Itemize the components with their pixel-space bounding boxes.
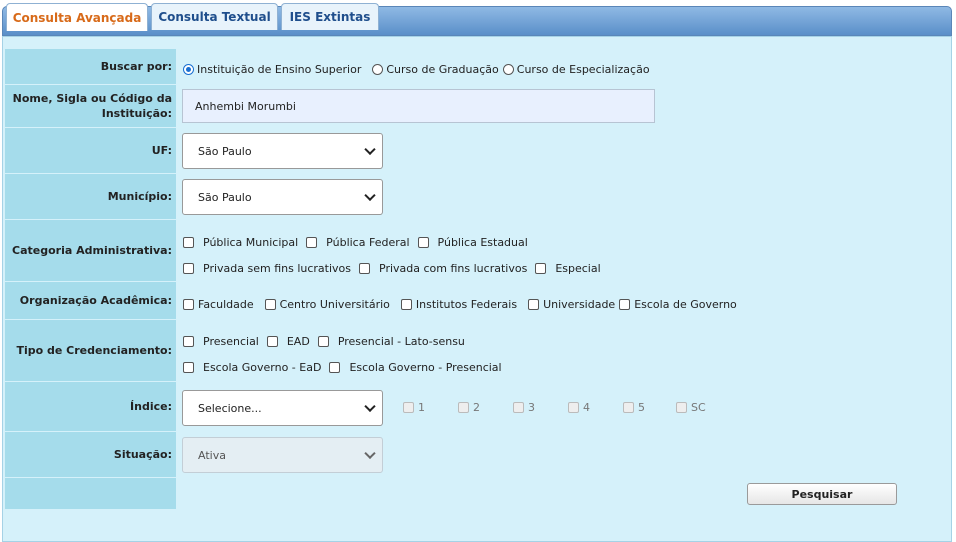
checkbox-privada-com-fins[interactable] (359, 263, 371, 274)
checkbox-escola-governo-ead[interactable] (183, 362, 194, 373)
categoria-row-2: Privada sem fins lucrativos Privada com … (183, 262, 601, 275)
checkbox-indice-3-label: 3 (528, 401, 535, 414)
radio-curso-graduacao[interactable] (372, 64, 384, 75)
checkbox-especial-label: Especial (555, 262, 601, 275)
checkbox-publica-municipal[interactable] (183, 237, 194, 248)
pesquisar-button[interactable]: Pesquisar (747, 483, 897, 505)
chevron-down-icon (364, 447, 376, 460)
credenciamento-row-2: Escola Governo - EaD Escola Governo - Pr… (183, 361, 502, 374)
indice-select[interactable]: Selecione... (182, 390, 383, 426)
radio-curso-graduacao-label: Curso de Graduação (386, 63, 499, 76)
situacao-select-value: Ativa (198, 448, 226, 462)
radio-curso-especializacao[interactable] (502, 64, 514, 75)
indice-label: Índice: (5, 382, 176, 431)
municipio-label: Município: (5, 174, 176, 219)
checkbox-privada-com-fins-label: Privada com fins lucrativos (379, 262, 528, 275)
checkbox-centro-universitario-label: Centro Universitário (279, 298, 390, 311)
checkbox-publica-municipal-label: Pública Municipal (203, 236, 299, 249)
checkbox-indice-4-label: 4 (583, 401, 590, 414)
checkbox-escola-governo-presencial-label: Escola Governo - Presencial (349, 361, 502, 374)
chevron-down-icon (364, 189, 376, 202)
checkbox-publica-estadual[interactable] (417, 237, 429, 248)
checkbox-presencial-lato-sensu-label: Presencial - Lato-sensu (337, 335, 465, 348)
nome-input[interactable]: Anhembi Morumbi (182, 89, 655, 123)
checkbox-indice-1[interactable] (403, 402, 414, 413)
chevron-down-icon (364, 143, 376, 156)
uf-select-value: São Paulo (198, 144, 252, 158)
buscar-por-options: Instituição de Ensino Superior Curso de … (183, 63, 650, 76)
checkbox-indice-sc-label: SC (691, 401, 706, 414)
checkbox-indice-5[interactable] (623, 402, 634, 413)
checkbox-indice-2[interactable] (458, 402, 469, 413)
indice-select-value: Selecione... (198, 401, 262, 415)
tab-consulta-avancada[interactable]: Consulta Avançada (6, 3, 148, 31)
categoria-label: Categoria Administrativa: (5, 220, 176, 281)
checkbox-escola-governo-ead-label: Escola Governo - EaD (203, 361, 322, 374)
checkbox-indice-2-label: 2 (473, 401, 480, 414)
checkbox-escola-governo-presencial[interactable] (329, 362, 341, 373)
checkbox-indice-sc[interactable] (676, 402, 687, 413)
checkbox-institutos-federais-label: Institutos Federais (415, 298, 518, 311)
credenciamento-row-1: Presencial EAD Presencial - Lato-sensu (183, 335, 465, 348)
checkbox-ead-label: EAD (286, 335, 310, 348)
submit-row-label-cell (5, 478, 176, 509)
tab-consulta-textual[interactable]: Consulta Textual (151, 3, 278, 30)
checkbox-indice-1-label: 1 (418, 401, 425, 414)
checkbox-ead[interactable] (266, 336, 278, 347)
checkbox-privada-sem-fins-label: Privada sem fins lucrativos (203, 262, 352, 275)
checkbox-universidade[interactable] (528, 299, 540, 310)
checkbox-publica-federal[interactable] (306, 237, 318, 248)
radio-curso-especializacao-label: Curso de Especialização (516, 63, 650, 76)
municipio-select[interactable]: São Paulo (182, 179, 383, 215)
checkbox-centro-universitario[interactable] (264, 299, 276, 310)
checkbox-especial[interactable] (535, 263, 547, 274)
radio-ies-label: Instituição de Ensino Superior (197, 63, 362, 76)
tab-ies-extintas[interactable]: IES Extintas (281, 3, 379, 30)
checkbox-universidade-label: Universidade (543, 298, 616, 311)
checkbox-indice-5-label: 5 (638, 401, 645, 414)
checkbox-presencial[interactable] (183, 336, 194, 347)
credenciamento-label: Tipo de Credenciamento: (5, 320, 176, 381)
organizacao-label: Organização Acadêmica: (5, 282, 176, 319)
checkbox-publica-federal-label: Pública Federal (326, 236, 410, 249)
checkbox-privada-sem-fins[interactable] (183, 263, 194, 274)
situacao-select[interactable]: Ativa (182, 437, 383, 473)
checkbox-publica-estadual-label: Pública Estadual (437, 236, 528, 249)
uf-label: UF: (5, 128, 176, 173)
checkbox-presencial-label: Presencial (203, 335, 259, 348)
chevron-down-icon (364, 400, 376, 413)
checkbox-escola-de-governo-label: Escola de Governo (634, 298, 737, 311)
buscar-por-label: Buscar por: (5, 49, 176, 84)
checkbox-faculdade[interactable] (183, 299, 194, 310)
indice-checkboxes: 1 2 3 4 5 SC (403, 401, 706, 414)
checkbox-presencial-lato-sensu[interactable] (317, 336, 329, 347)
checkbox-indice-4[interactable] (568, 402, 579, 413)
checkbox-institutos-federais[interactable] (400, 299, 412, 310)
checkbox-faculdade-label: Faculdade (198, 298, 254, 311)
nome-label: Nome, Sigla ou Código da Instituição: (5, 85, 176, 127)
checkbox-escola-de-governo[interactable] (619, 299, 631, 310)
municipio-select-value: São Paulo (198, 190, 252, 204)
nome-label-line1: Nome, Sigla ou Código da (12, 92, 172, 105)
uf-select[interactable]: São Paulo (182, 133, 383, 169)
organizacao-options: Faculdade Centro Universitário Instituto… (183, 298, 737, 311)
checkbox-indice-3[interactable] (513, 402, 524, 413)
radio-ies[interactable] (183, 64, 194, 75)
nome-label-line2: Instituição: (101, 107, 172, 120)
categoria-row-1: Pública Municipal Pública Federal Públic… (183, 236, 528, 249)
situacao-label: Situação: (5, 432, 176, 477)
